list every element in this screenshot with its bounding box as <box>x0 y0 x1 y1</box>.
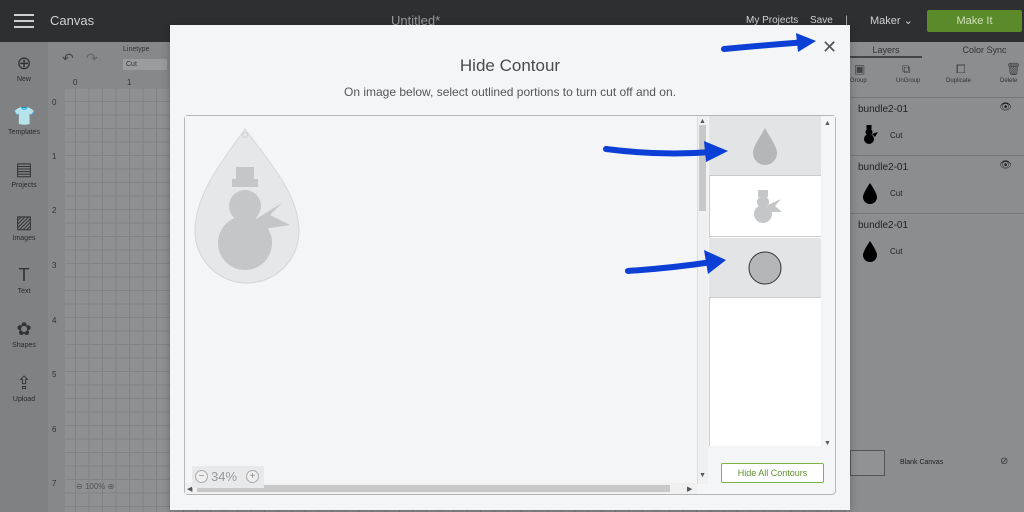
canvas-zoom-level[interactable]: ⊖ 100% ⊕ <box>76 482 114 491</box>
layer-row[interactable]: bundle2-01 👁 Cut <box>850 97 1024 155</box>
shapes-icon: ✿ <box>16 319 32 339</box>
text-icon: T <box>18 265 30 285</box>
hide-all-contours-button[interactable]: Hide All Contours <box>721 463 824 483</box>
trash-icon[interactable]: 🗑 <box>1006 62 1021 76</box>
drop-thumbnail-icon <box>863 241 877 262</box>
scroll-down-icon[interactable]: ▼ <box>699 472 706 479</box>
rail-item-upload[interactable]: ⇪ Upload <box>0 372 48 403</box>
list-scroll-down-icon[interactable]: ▼ <box>824 440 831 447</box>
blank-canvas-label: Blank Canvas <box>900 459 944 466</box>
ruler-h-label: 1 <box>127 78 132 87</box>
shirt-icon: 👕 <box>13 106 36 126</box>
preview-zoom-value: 34% <box>211 469 238 484</box>
rail-item-templates[interactable]: 👕 Templates <box>0 105 48 136</box>
contour-list-scrollbar[interactable] <box>821 116 835 451</box>
contour-item-drop[interactable] <box>709 116 821 176</box>
app-title: Canvas <box>50 13 95 28</box>
preview-vertical-scroll-thumb[interactable] <box>699 125 706 211</box>
ruler-v-label: 4 <box>52 316 57 325</box>
tab-color-sync[interactable]: Color Sync <box>945 42 1024 58</box>
blank-canvas-swatch[interactable] <box>850 450 885 476</box>
contour-item-circle[interactable] <box>709 238 821 298</box>
ruler-v-label: 6 <box>52 425 57 434</box>
rail-item-label: Images <box>12 235 36 242</box>
contour-preview[interactable] <box>185 116 696 483</box>
machine-select[interactable]: Maker ⌄ <box>870 14 913 27</box>
eye-icon[interactable]: 👁 <box>999 160 1012 171</box>
rail-item-label: Text <box>17 288 31 295</box>
eye-hidden-icon[interactable]: ⊘ <box>1000 456 1008 467</box>
rail-item-text[interactable]: T Text <box>0 264 48 295</box>
layer-operation: Cut <box>890 189 903 198</box>
close-icon[interactable]: ✕ <box>822 38 837 56</box>
tab-layers[interactable]: Layers <box>850 42 922 58</box>
undo-icon[interactable]: ↶ <box>62 50 74 67</box>
rail-item-projects[interactable]: ▤ Projects <box>0 158 48 189</box>
snowman-drop-preview[interactable] <box>190 121 300 291</box>
canvas-zoom-value: 100% <box>84 482 106 491</box>
snowman-thumbnail-icon <box>864 125 878 144</box>
contour-item-snowman[interactable] <box>709 177 821 237</box>
layer-operation: Cut <box>890 247 903 256</box>
layer-name: bundle2-01 <box>858 220 909 231</box>
group-icon[interactable]: ▣ <box>854 62 865 76</box>
ruler-v-label: 3 <box>52 261 57 270</box>
redo-icon[interactable]: ↷ <box>86 50 98 67</box>
rail-item-label: Templates <box>8 129 40 136</box>
zoom-out-icon[interactable]: − <box>195 470 208 483</box>
chevron-down-icon: ⌄ <box>903 15 913 27</box>
linetype-label: Linetype <box>123 46 150 53</box>
rail-item-label: Upload <box>12 396 36 403</box>
image-icon: ▨ <box>15 212 33 232</box>
duplicate-icon[interactable]: ⧠ <box>956 62 966 77</box>
zoom-in-icon[interactable]: + <box>246 470 259 483</box>
ungroup-icon[interactable]: ⧉ <box>902 62 911 77</box>
upload-icon: ⇪ <box>16 373 32 393</box>
rail-item-label: New <box>16 76 31 83</box>
eye-icon[interactable]: 👁 <box>999 102 1012 113</box>
make-it-button[interactable]: Make It <box>927 10 1022 32</box>
vertical-ruler <box>48 74 65 512</box>
scroll-up-icon[interactable]: ▲ <box>699 118 706 125</box>
layer-name: bundle2-01 <box>858 162 909 173</box>
layer-operation: Cut <box>890 131 903 140</box>
ruler-v-label: 0 <box>52 98 57 107</box>
circle-contour-icon <box>748 251 782 285</box>
machine-label: Maker <box>870 15 901 27</box>
snowman-contour-icon <box>754 190 782 223</box>
list-scroll-up-icon[interactable]: ▲ <box>824 120 831 127</box>
rail-item-label: Projects <box>11 182 37 189</box>
drop-contour-icon <box>753 128 777 165</box>
group-label: Group <box>850 78 867 84</box>
layer-name: bundle2-01 <box>858 104 909 115</box>
menu-icon[interactable] <box>14 14 34 28</box>
linetype-select[interactable]: Cut <box>123 59 167 70</box>
layer-row[interactable]: bundle2-01 Cut <box>850 213 1024 271</box>
plus-circle-icon: ⊕ <box>16 53 32 73</box>
delete-label: Delete <box>1000 78 1018 84</box>
duplicate-label: Duplicate <box>946 78 972 84</box>
ruler-v-label: 1 <box>52 152 57 161</box>
ruler-h-label: 0 <box>73 78 78 87</box>
layer-actions: ▣ Group ⧉ UnGroup ⧠ Duplicate 🗑 Delete <box>850 58 1024 98</box>
rail-item-shapes[interactable]: ✿ Shapes <box>0 318 48 349</box>
layer-row[interactable]: bundle2-01 👁 Cut <box>850 155 1024 213</box>
rail-item-new[interactable]: ⊕ New <box>0 52 48 83</box>
ruler-v-label: 5 <box>52 370 57 379</box>
ungroup-label: UnGroup <box>896 78 921 84</box>
rail-item-images[interactable]: ▨ Images <box>0 211 48 242</box>
ruler-v-label: 2 <box>52 206 57 215</box>
projects-icon: ▤ <box>15 159 33 179</box>
ruler-v-label: 7 <box>52 479 57 488</box>
dialog-title: Hide Contour <box>459 56 561 75</box>
scroll-right-icon[interactable]: ▶ <box>687 485 692 493</box>
drop-thumbnail-icon <box>863 183 877 204</box>
dialog-instructions: On image below, select outlined portions… <box>344 85 676 99</box>
rail-item-label: Shapes <box>12 342 36 349</box>
preview-horizontal-scroll-thumb[interactable] <box>197 485 670 492</box>
